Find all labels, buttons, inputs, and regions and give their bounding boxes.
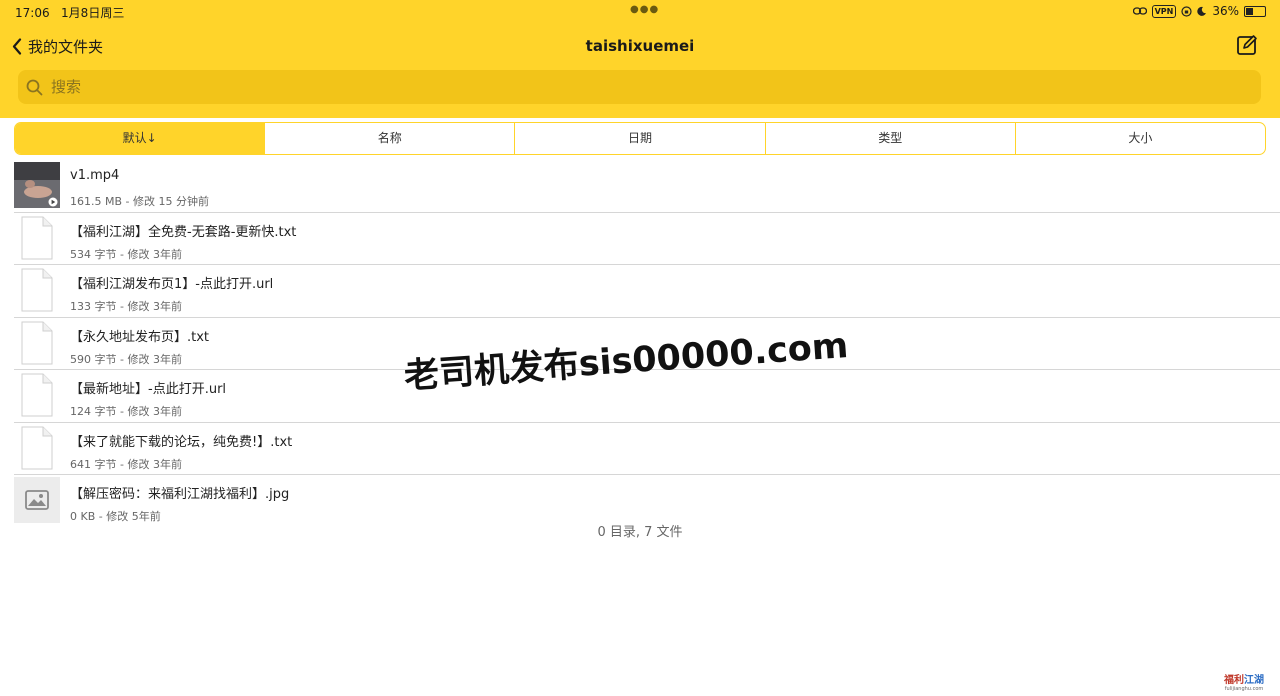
file-name: 【福利江湖】全免费-无套路-更新快.txt bbox=[70, 224, 297, 240]
chevron-left-icon bbox=[12, 38, 22, 55]
sort-tab-default[interactable]: 默认↓ bbox=[15, 123, 266, 154]
battery-icon bbox=[1244, 5, 1266, 17]
link-icon bbox=[1132, 7, 1147, 15]
file-meta: 534 字节 - 修改 3年前 bbox=[70, 247, 182, 261]
status-bar: 17:06 1月8日周三 ●●● VPN 36% bbox=[0, 0, 1280, 22]
document-icon bbox=[14, 425, 60, 471]
file-meta: 161.5 MB - 修改 15 分钟前 bbox=[70, 195, 209, 208]
back-button-label: 我的文件夹 bbox=[28, 38, 104, 56]
battery-percent: 36% bbox=[1212, 4, 1239, 18]
multitasking-dots-icon[interactable]: ●●● bbox=[630, 4, 659, 15]
corner-logo-url: fulijianghu.com bbox=[1224, 686, 1264, 692]
corner-watermark-logo: 福利江湖 fulijianghu.com bbox=[1214, 671, 1274, 692]
file-name: 【解压密码：来福利江湖找福利】.jpg bbox=[70, 487, 290, 502]
sort-tab-size[interactable]: 大小 bbox=[1016, 123, 1265, 154]
file-row[interactable]: 【福利江湖发布页1】-点此打开.url 133 字节 - 修改 3年前 bbox=[14, 265, 1280, 318]
image-placeholder-icon bbox=[14, 477, 60, 523]
file-name: 【最新地址】-点此打开.url bbox=[70, 382, 227, 397]
search-bar[interactable] bbox=[18, 70, 1261, 104]
moon-icon bbox=[1197, 6, 1207, 16]
file-meta: 124 字节 - 修改 3年前 bbox=[70, 405, 182, 418]
compose-icon bbox=[1237, 35, 1257, 55]
file-name: 【永久地址发布页】.txt bbox=[70, 329, 210, 345]
lock-rotation-icon bbox=[1181, 5, 1192, 17]
navigation-bar: 我的文件夹 taishixuemei bbox=[0, 30, 1280, 62]
file-meta: 133 字节 - 修改 3年前 bbox=[70, 300, 182, 313]
sort-tab-type[interactable]: 类型 bbox=[766, 123, 1016, 154]
document-icon bbox=[14, 320, 60, 366]
file-count-summary: 0 目录, 7 文件 bbox=[597, 525, 683, 540]
file-meta: 641 字节 - 修改 3年前 bbox=[70, 457, 182, 471]
file-name: 【福利江湖发布页1】-点此打开.url bbox=[70, 277, 274, 292]
edit-button[interactable] bbox=[1236, 34, 1258, 56]
file-name: 【来了就能下载的论坛，纯免费!】.txt bbox=[70, 434, 293, 450]
back-button[interactable]: 我的文件夹 bbox=[12, 36, 103, 57]
vpn-badge: VPN bbox=[1151, 4, 1177, 18]
sort-tab-name[interactable]: 名称 bbox=[265, 123, 516, 154]
video-thumbnail bbox=[14, 162, 60, 208]
page-title: taishixuemei bbox=[585, 37, 695, 55]
document-icon bbox=[14, 267, 60, 313]
file-row[interactable]: v1.mp4 161.5 MB - 修改 15 分钟前 bbox=[14, 160, 1280, 213]
file-name: v1.mp4 bbox=[70, 168, 120, 183]
file-row[interactable]: 【福利江湖】全免费-无套路-更新快.txt 534 字节 - 修改 3年前 bbox=[14, 213, 1280, 265]
document-icon bbox=[14, 372, 60, 418]
sort-segmented-control: 默认↓ 名称 日期 类型 大小 bbox=[14, 122, 1266, 155]
header-bar: 17:06 1月8日周三 ●●● VPN 36% 我的文件夹 taishixue… bbox=[0, 0, 1280, 118]
file-row[interactable]: 【解压密码：来福利江湖找福利】.jpg 0 KB - 修改 5年前 bbox=[14, 475, 1280, 527]
status-time: 17:06 1月8日周三 bbox=[15, 6, 125, 20]
file-row[interactable]: 【来了就能下载的论坛，纯免费!】.txt 641 字节 - 修改 3年前 bbox=[14, 423, 1280, 475]
search-input[interactable] bbox=[49, 77, 1203, 97]
file-meta: 590 字节 - 修改 3年前 bbox=[70, 352, 182, 366]
sort-tab-date[interactable]: 日期 bbox=[515, 123, 766, 154]
status-indicators: VPN 36% bbox=[1132, 4, 1266, 18]
corner-logo-title: 福利江湖 bbox=[1224, 675, 1264, 686]
search-icon bbox=[26, 79, 43, 95]
document-icon bbox=[14, 215, 60, 261]
